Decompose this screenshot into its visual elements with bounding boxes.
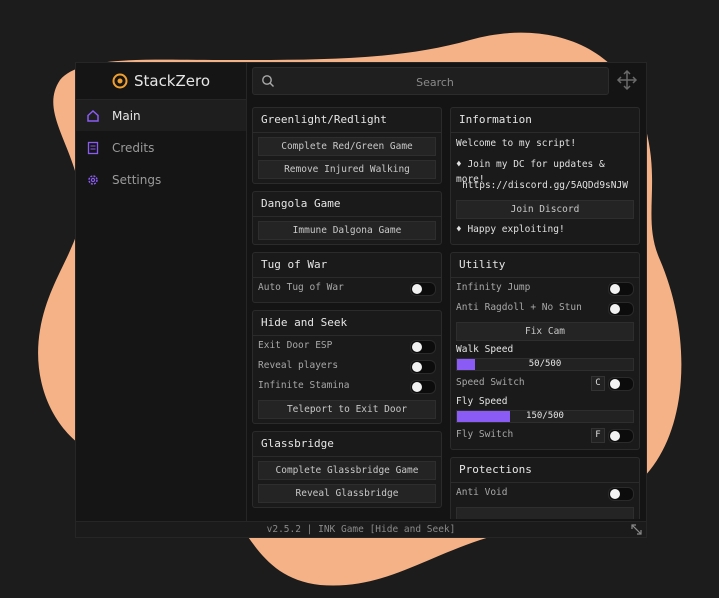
remove-injured-walking-button[interactable]: Remove Injured Walking [258, 160, 436, 179]
toggle-label: Speed Switch [456, 377, 525, 388]
section-greenlight: Greenlight/Redlight Complete Red/Green G… [252, 107, 442, 184]
fix-cam-button[interactable]: Fix Cam [456, 322, 634, 341]
discord-link: https://discord.gg/5AQDd9sNJW [462, 180, 628, 191]
section-title: Utility [451, 253, 639, 278]
complete-red-green-button[interactable]: Complete Red/Green Game [258, 137, 436, 156]
fly-switch-row: Fly Switch F [451, 425, 639, 445]
sidebar-item-label: Settings [112, 172, 162, 187]
section-utility: Utility Infinity Jump Anti Ragdoll + No … [450, 252, 640, 450]
fly-speed-slider[interactable]: 150/500 [456, 410, 634, 423]
toggle-label: Exit Door ESP [258, 340, 333, 351]
resize-icon[interactable] [631, 524, 642, 535]
sidebar-item-label: Main [112, 108, 141, 123]
exit-door-esp-toggle[interactable] [410, 340, 436, 354]
info-join: ♦ Join my DC for updates & more! [456, 159, 605, 185]
section-tug-of-war: Tug of War Auto Tug of War [252, 252, 442, 303]
gear-icon [88, 174, 98, 185]
toggle-label: Anti Void [456, 487, 508, 498]
sidebar-item-settings[interactable]: Settings [76, 164, 246, 195]
toggle-label: Infinity Jump [456, 282, 531, 293]
move-icon[interactable] [616, 69, 638, 91]
section-protections: Protections Anti Void [450, 457, 640, 519]
join-discord-button[interactable]: Join Discord [456, 200, 634, 219]
keybind-c[interactable]: C [591, 376, 605, 391]
brand-logo-icon [112, 73, 128, 89]
right-column: Information Welcome to my script! ♦ Join… [450, 107, 640, 519]
infinity-jump-row: Infinity Jump [451, 278, 639, 298]
section-title: Tug of War [253, 253, 441, 278]
infinity-jump-toggle[interactable] [608, 282, 634, 296]
section-title: Glassbridge [253, 432, 441, 457]
search-input[interactable] [283, 68, 587, 96]
toggle-label: Infinite Stamina [258, 380, 350, 391]
teleport-exit-door-button[interactable]: Teleport to Exit Door [258, 400, 436, 419]
protections-button[interactable] [456, 507, 634, 519]
anti-ragdoll-toggle[interactable] [608, 302, 634, 316]
toggle-label: Reveal players [258, 360, 339, 371]
sidebar: StackZero Main Credits Settings [76, 63, 247, 521]
immune-dalgona-button[interactable]: Immune Dalgona Game [258, 221, 436, 240]
section-title: Information [451, 108, 639, 133]
complete-glassbridge-button[interactable]: Complete Glassbridge Game [258, 461, 436, 480]
anti-ragdoll-row: Anti Ragdoll + No Stun [451, 298, 639, 318]
fly-speed-label: Fly Speed [456, 396, 508, 407]
brand: StackZero [76, 63, 246, 100]
keybind-f[interactable]: F [591, 428, 605, 443]
app-title: StackZero [133, 72, 211, 90]
home-icon [87, 109, 99, 122]
script-window: StackZero Main Credits Settings Search G… [75, 62, 647, 538]
section-dangola: Dangola Game Immune Dalgona Game [252, 191, 442, 245]
infinite-stamina-row: Infinite Stamina [253, 376, 441, 396]
search-bar[interactable] [252, 67, 609, 96]
speed-switch-row: Speed Switch C [451, 373, 639, 393]
anti-void-toggle[interactable] [608, 487, 634, 501]
reveal-players-toggle[interactable] [410, 360, 436, 374]
slider-value: 50/500 [528, 359, 562, 369]
sidebar-item-label: Credits [112, 140, 155, 155]
anti-void-row: Anti Void [451, 483, 639, 503]
slider-value: 150/500 [526, 411, 564, 421]
reveal-players-row: Reveal players [253, 356, 441, 376]
search-icon [262, 75, 274, 87]
auto-tug-row: Auto Tug of War [253, 278, 441, 298]
section-information: Information Welcome to my script! ♦ Join… [450, 107, 640, 245]
section-title: Protections [451, 458, 639, 483]
toggle-label: Auto Tug of War [258, 282, 344, 293]
exit-door-esp-row: Exit Door ESP [253, 336, 441, 356]
infinite-stamina-toggle[interactable] [410, 380, 436, 394]
walk-speed-label: Walk Speed [456, 344, 514, 355]
info-happy: ♦ Happy exploiting! [456, 224, 565, 235]
speed-switch-toggle[interactable] [608, 377, 634, 391]
toggle-label: Fly Switch [456, 429, 514, 440]
status-footer: v2.5.2 | INK Game [Hide and Seek] [76, 521, 646, 537]
document-icon [87, 141, 99, 154]
version-text: v2.5.2 | INK Game [Hide and Seek] [266, 524, 456, 535]
section-title: Dangola Game [253, 192, 441, 217]
auto-tug-toggle[interactable] [410, 282, 436, 296]
info-welcome: Welcome to my script! [456, 138, 577, 149]
sidebar-item-main[interactable]: Main [76, 100, 246, 131]
section-title: Greenlight/Redlight [253, 108, 441, 133]
walk-speed-slider[interactable]: 50/500 [456, 358, 634, 371]
section-glassbridge: Glassbridge Complete Glassbridge Game Re… [252, 431, 442, 508]
reveal-glassbridge-button[interactable]: Reveal Glassbridge [258, 484, 436, 503]
section-hide-and-seek: Hide and Seek Exit Door ESP Reveal playe… [252, 310, 442, 424]
sidebar-item-credits[interactable]: Credits [76, 132, 246, 163]
fly-switch-toggle[interactable] [608, 429, 634, 443]
section-title: Hide and Seek [253, 311, 441, 336]
left-column: Greenlight/Redlight Complete Red/Green G… [252, 107, 442, 519]
toggle-label: Anti Ragdoll + No Stun [456, 302, 582, 313]
